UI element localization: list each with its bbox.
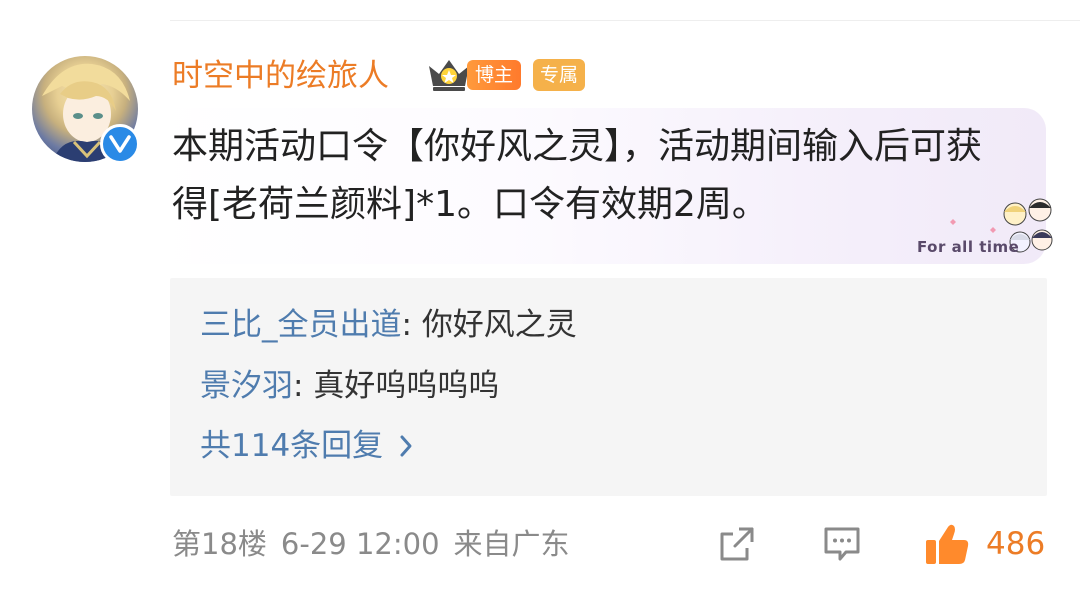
reply-separator: : <box>293 368 314 404</box>
thumbs-up-icon[interactable] <box>924 522 970 566</box>
reply-text: 真好呜呜呜呜 <box>313 368 500 404</box>
floor-number: 第18楼 <box>172 527 267 561</box>
chevron-right-icon <box>400 435 412 457</box>
reply-count-label: 共114条回复 <box>200 428 384 464</box>
boss-badge: 博主 <box>467 60 522 90</box>
post-location: 来自广东 <box>453 527 570 561</box>
reply-item[interactable]: 三比_全员出道: 你好风之灵 <box>200 305 577 345</box>
comment-icon[interactable] <box>822 524 862 564</box>
reply-text: 你好风之灵 <box>421 307 577 343</box>
share-icon[interactable] <box>717 524 757 564</box>
reply-separator: : <box>401 307 422 343</box>
top-divider <box>170 20 1080 21</box>
view-all-replies-link[interactable]: 共114条回复 <box>200 426 413 466</box>
exclusive-badge: 专属 <box>533 59 586 91</box>
signature-text: For all time <box>917 238 1020 256</box>
reply-user[interactable]: 三比_全员出道 <box>200 307 402 343</box>
comment-content: 本期活动口令【你好风之灵】，活动期间输入后可获得[老荷兰颜料]*1。口令有效期2… <box>172 126 983 225</box>
like-count: 486 <box>986 526 1046 562</box>
badge-row: 博主 专属 <box>425 56 586 94</box>
crown-icon <box>429 60 469 91</box>
reply-item[interactable]: 景汐羽: 真好呜呜呜呜 <box>200 366 499 406</box>
reply-user[interactable]: 景汐羽 <box>200 368 293 404</box>
verified-badge-icon <box>100 124 140 164</box>
post-datetime: 6-29 12:00 <box>280 527 440 561</box>
username[interactable]: 时空中的绘旅人 <box>172 56 389 96</box>
comment-meta: 第18楼 6-29 12:00 来自广东 <box>172 524 584 564</box>
